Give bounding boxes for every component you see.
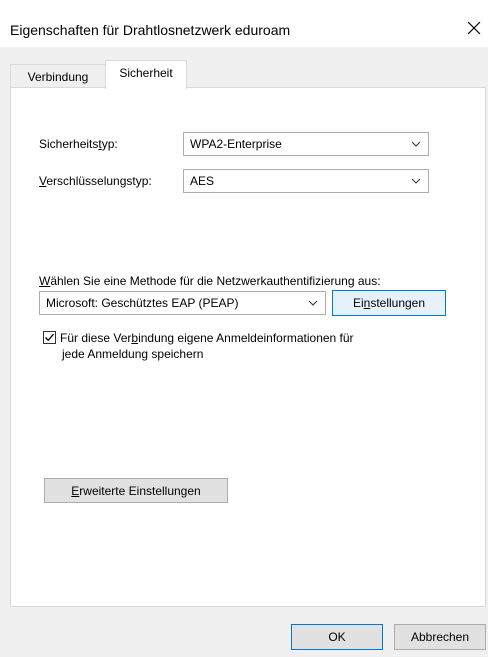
security-type-label: Sicherheitstyp: — [39, 137, 118, 151]
advanced-settings-label: Erweiterte Einstellungen — [71, 483, 201, 498]
encryption-type-value: AES — [190, 174, 215, 188]
tab-verbindung[interactable]: Verbindung — [10, 64, 106, 88]
chevron-down-icon — [411, 141, 421, 147]
auth-settings-label: Einstellungen — [352, 296, 426, 310]
encryption-type-label: Verschlüsselungstyp: — [39, 174, 152, 188]
tab-verbindung-label: Verbindung — [27, 69, 89, 84]
dialog-window: Eigenschaften für Drahtlosnetzwerk eduro… — [0, 0, 488, 657]
tab-sicherheit[interactable]: Sicherheit — [105, 60, 187, 89]
encryption-type-dropdown[interactable]: AES — [183, 169, 429, 193]
security-type-value: WPA2-Enterprise — [190, 137, 282, 151]
ok-button[interactable]: OK — [291, 624, 383, 650]
close-button[interactable] — [460, 14, 488, 42]
window-title: Eigenschaften für Drahtlosnetzwerk eduro… — [10, 22, 291, 38]
auth-method-value: Microsoft: Geschütztes EAP (PEAP) — [46, 296, 239, 310]
security-tab-panel: Sicherheitstyp: WPA2-Enterprise Verschlü… — [10, 87, 486, 607]
title-bar: Eigenschaften für Drahtlosnetzwerk eduro… — [0, 0, 488, 47]
remember-credentials-checkbox[interactable] — [43, 331, 56, 344]
remember-credentials-line1: Für diese Verbindung eigene Anmeldeinfor… — [60, 331, 354, 345]
remember-credentials-line2: jede Anmeldung speichern — [62, 347, 204, 361]
auth-method-dropdown[interactable]: Microsoft: Geschütztes EAP (PEAP) — [39, 291, 326, 315]
close-icon — [467, 21, 481, 35]
chevron-down-icon — [308, 300, 318, 306]
checkmark-icon — [45, 333, 54, 342]
remember-credentials-label[interactable]: Für diese Verbindung eigene Anmeldeinfor… — [60, 330, 354, 362]
chevron-down-icon — [411, 178, 421, 184]
ok-label: OK — [328, 630, 346, 644]
security-type-dropdown[interactable]: WPA2-Enterprise — [183, 132, 429, 156]
auth-settings-button[interactable]: Einstellungen — [332, 290, 446, 316]
advanced-settings-button[interactable]: Erweiterte Einstellungen — [44, 478, 228, 503]
auth-method-label: Wählen Sie eine Methode für die Netzwerk… — [39, 274, 381, 288]
cancel-button[interactable]: Abbrechen — [394, 624, 486, 650]
cancel-label: Abbrechen — [410, 630, 470, 644]
tab-sicherheit-label: Sicherheit — [119, 66, 173, 80]
